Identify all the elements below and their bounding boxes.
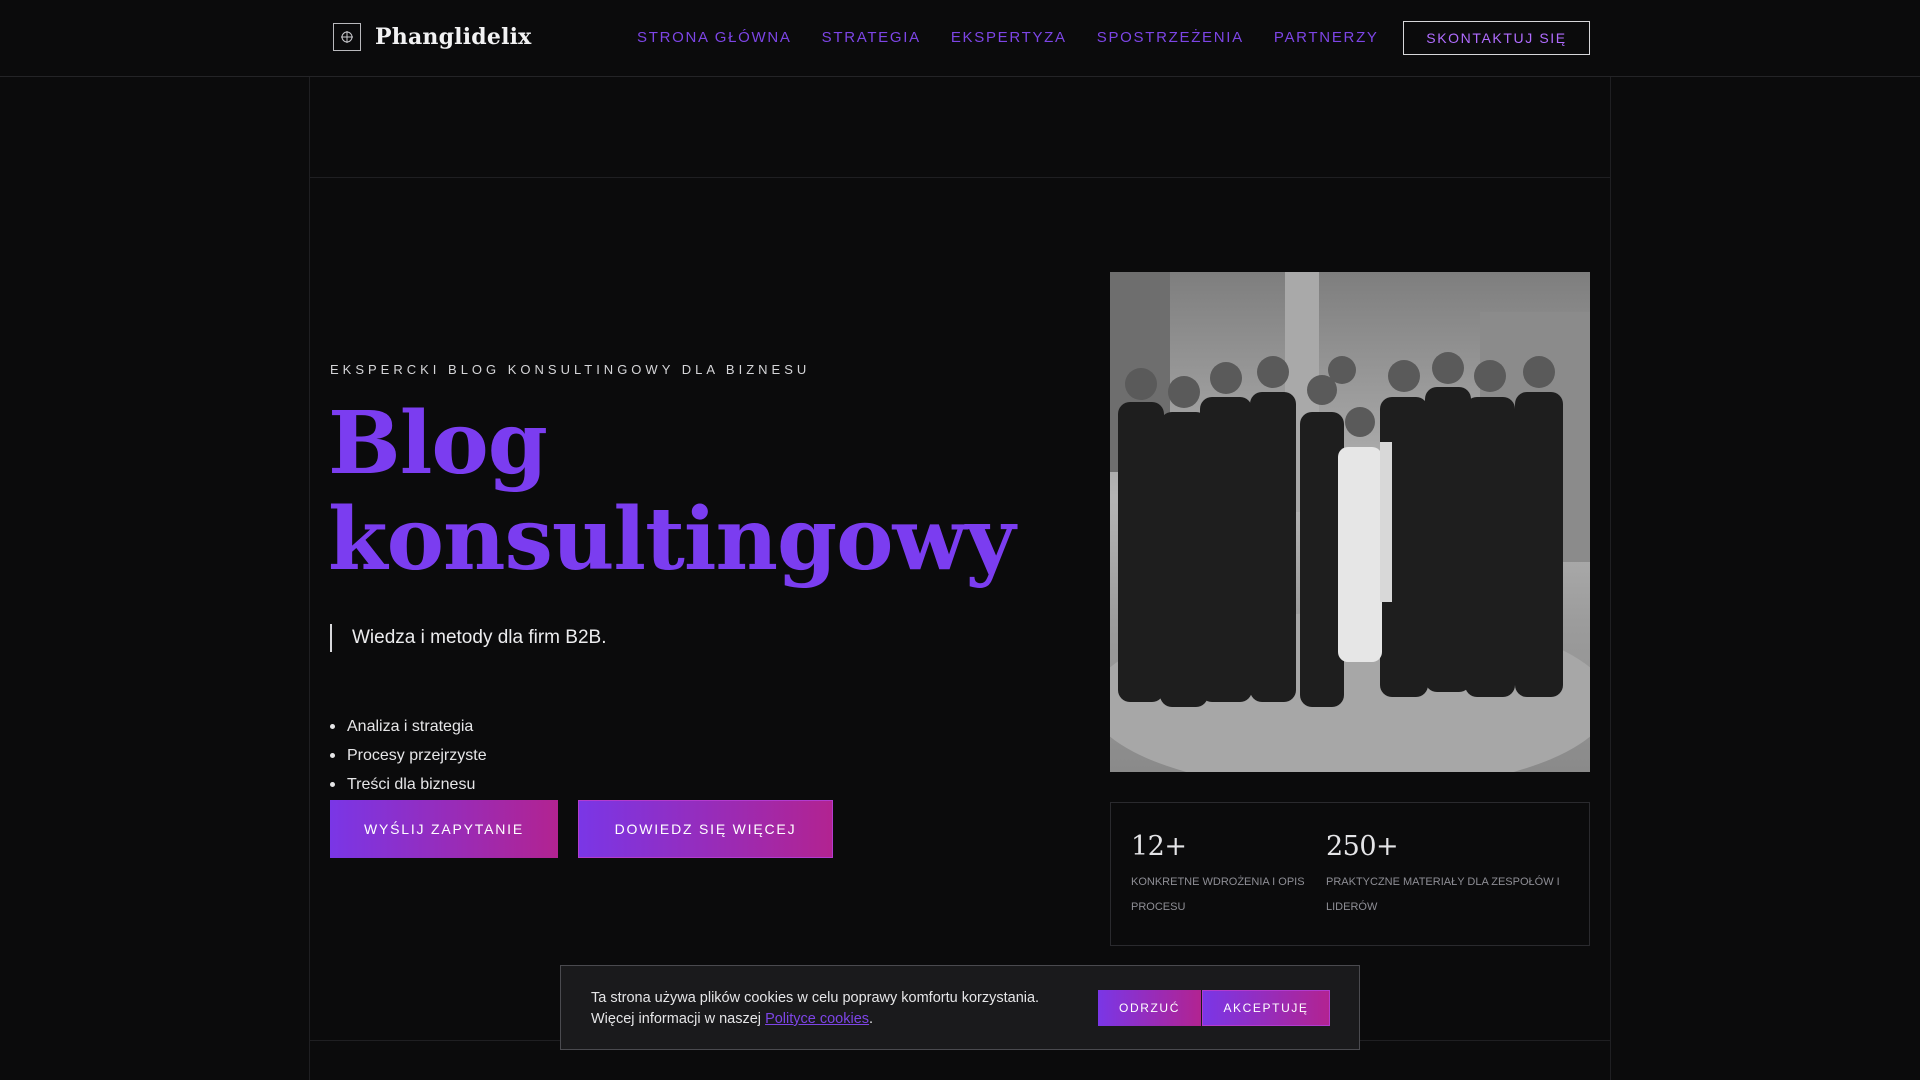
hero-bullet-list: Analiza i strategia Procesy przejrzyste … xyxy=(330,712,487,799)
bullet-item: Procesy przejrzyste xyxy=(330,741,487,770)
cookie-message-prefix: Więcej informacji w naszej xyxy=(591,1011,766,1027)
brand-name: Phanglidelix xyxy=(375,24,532,50)
stat-implementations: 12+ KONKRETNE WDROŻENIA I OPIS PROCESU xyxy=(1131,831,1321,920)
cookie-banner: Ta strona używa plików cookies w celu po… xyxy=(560,965,1360,1050)
brand-logo[interactable]: Phanglidelix xyxy=(333,23,532,51)
send-inquiry-button[interactable]: WYŚLIJ ZAPYTANIE xyxy=(330,800,558,858)
bullet-item: Treści dla biznesu xyxy=(330,770,487,799)
crosshair-icon xyxy=(333,23,361,51)
main-nav: STRONA GŁÓWNA STRATEGIA EKSPERTYZA SPOST… xyxy=(637,29,1379,46)
cookie-message-suffix: . xyxy=(869,1011,874,1027)
hero-title-line-1: Blog xyxy=(328,393,548,494)
stat-label: PRAKTYCZNE MATERIAŁY DLA ZESPOŁÓW I LIDE… xyxy=(1326,876,1560,913)
reject-cookies-button[interactable]: ODRZUĆ xyxy=(1098,990,1201,1026)
team-photo xyxy=(1110,272,1590,772)
stat-value: 12+ xyxy=(1131,831,1187,862)
stat-label: KONKRETNE WDROŻENIA I OPIS PROCESU xyxy=(1131,876,1305,913)
hero-title: Blog konsultingowy xyxy=(328,393,1016,590)
stat-materials: 250+ PRAKTYCZNE MATERIAŁY DLA ZESPOŁÓW I… xyxy=(1326,831,1576,920)
hero-lead: Wiedza i metody dla firm B2B. xyxy=(330,624,606,652)
accept-cookies-button[interactable]: AKCEPTUJĘ xyxy=(1202,990,1330,1026)
nav-link-home[interactable]: STRONA GŁÓWNA xyxy=(637,29,792,46)
frame-divider-top xyxy=(309,177,1611,178)
learn-more-button[interactable]: DOWIEDZ SIĘ WIĘCEJ xyxy=(578,800,833,858)
hero-title-line-2: konsultingowy xyxy=(328,489,1016,590)
stat-value: 250+ xyxy=(1326,831,1399,862)
frame-divider-right xyxy=(1610,77,1611,1080)
nav-link-insights[interactable]: SPOSTRZEŻENIA xyxy=(1097,29,1244,46)
stats-panel: 12+ KONKRETNE WDROŻENIA I OPIS PROCESU 2… xyxy=(1110,802,1590,946)
site-header: Phanglidelix STRONA GŁÓWNA STRATEGIA EKS… xyxy=(0,0,1920,77)
cookie-message: Ta strona używa plików cookies w celu po… xyxy=(591,988,1039,1030)
frame-divider-left xyxy=(309,77,310,1080)
nav-link-strategy[interactable]: STRATEGIA xyxy=(822,29,921,46)
nav-link-expertise[interactable]: EKSPERTYZA xyxy=(951,29,1067,46)
cookie-message-line-1: Ta strona używa plików cookies w celu po… xyxy=(591,990,1040,1006)
bullet-item: Analiza i strategia xyxy=(330,712,487,741)
hero-eyebrow: EKSPERCKI BLOG KONSULTINGOWY DLA BIZNESU xyxy=(330,362,811,377)
nav-link-partners[interactable]: PARTNERZY xyxy=(1274,29,1379,46)
contact-button[interactable]: SKONTAKTUJ SIĘ xyxy=(1403,21,1590,55)
cookie-policy-link[interactable]: Polityce cookies xyxy=(765,1011,869,1027)
